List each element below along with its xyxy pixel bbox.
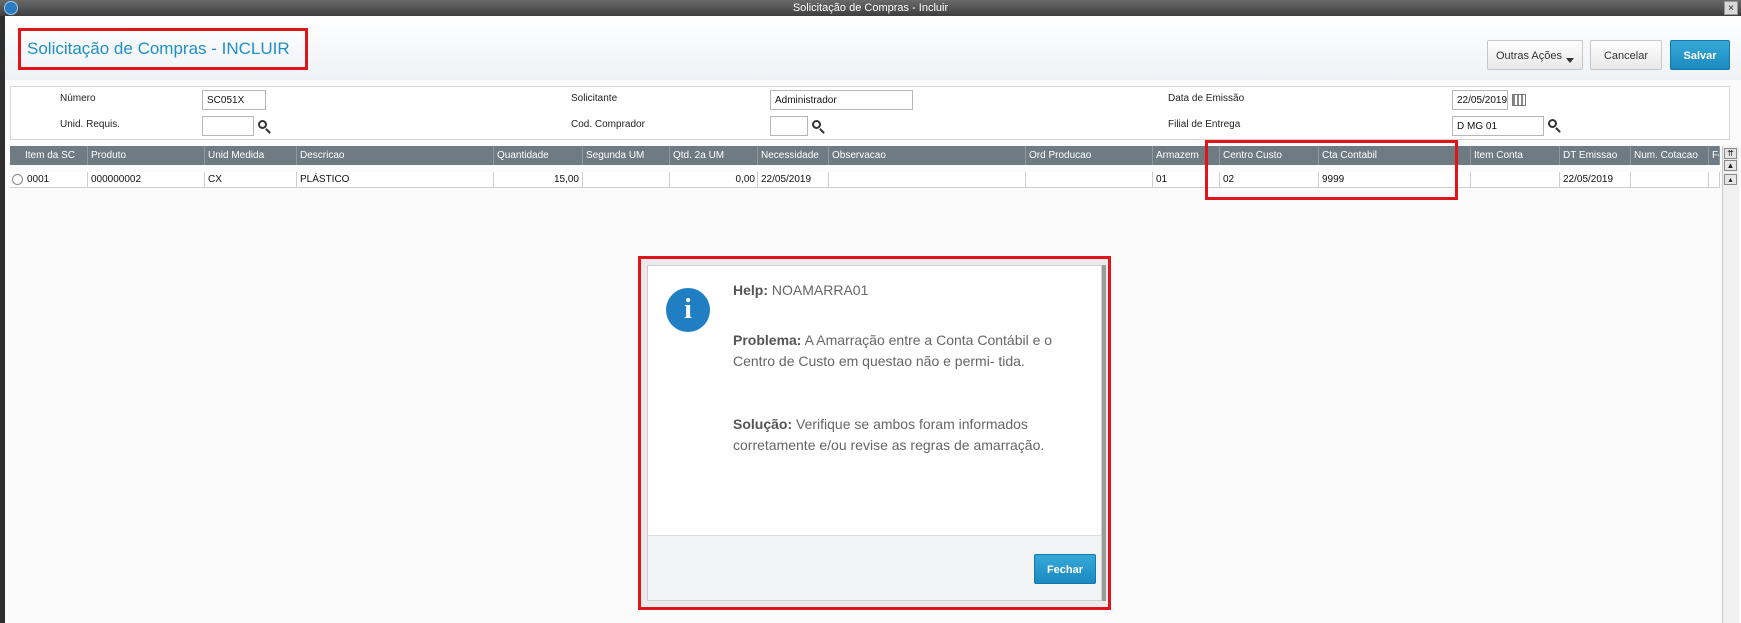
search-icon[interactable] <box>1548 119 1557 128</box>
filial-entrega-label: Filial de Entrega <box>1168 119 1241 130</box>
help-code: NOAMARRA01 <box>771 282 869 298</box>
scroll-page-up-icon[interactable]: ▲ <box>1724 160 1737 171</box>
solucao-label: Solução: <box>733 416 793 432</box>
save-button[interactable]: Salvar <box>1670 40 1730 70</box>
page-title: Solicitação de Compras - INCLUIR <box>18 28 308 70</box>
problema-text: Problema: A Amarração entre a Conta Cont… <box>733 330 1083 372</box>
filial-entrega-field[interactable]: D MG 01 <box>1452 116 1544 136</box>
col-quantidade[interactable]: Quantidade <box>494 146 583 165</box>
help-dialog-highlight: i Help: NOAMARRA01 Problema: A Amarração… <box>638 256 1111 610</box>
window-titlebar: Solicitação de Compras - Incluir × <box>0 0 1741 16</box>
data-emissao-field[interactable]: 22/05/2019 <box>1452 90 1508 110</box>
col-produto[interactable]: Produto <box>88 146 205 165</box>
unid-requis-field[interactable] <box>202 116 254 136</box>
cell-qtd-2a-um: 0,00 <box>670 172 758 187</box>
help-dialog: i Help: NOAMARRA01 Problema: A Amarração… <box>647 265 1102 601</box>
cell-quantidade: 15,00 <box>494 172 583 187</box>
col-descricao[interactable]: Descricao <box>297 146 494 165</box>
grid-header: Item da SC Produto Unid Medida Descricao… <box>10 146 1720 165</box>
numero-field[interactable]: SC051X <box>202 90 266 110</box>
col-dt-emissao[interactable]: DT Emissao <box>1560 146 1631 165</box>
cod-comprador-label: Cod. Comprador <box>571 119 645 130</box>
cell-forne <box>1709 172 1720 187</box>
col-ord-producao[interactable]: Ord Producao <box>1026 146 1153 165</box>
cod-comprador-field[interactable] <box>770 116 808 136</box>
col-num-cotacao[interactable]: Num. Cotacao <box>1631 146 1709 165</box>
solucao-text: Solução: Verifique se ambos foram inform… <box>733 414 1083 456</box>
close-button[interactable]: Fechar <box>1034 554 1096 584</box>
col-necessidade[interactable]: Necessidade <box>758 146 829 165</box>
calendar-icon[interactable] <box>1512 94 1526 106</box>
help-label: Help: <box>733 282 768 298</box>
cell-segunda-um <box>583 172 670 187</box>
outras-acoes-label: Outras Ações <box>1495 50 1563 62</box>
col-item-conta[interactable]: Item Conta <box>1471 146 1560 165</box>
col-segunda-um[interactable]: Segunda UM <box>583 146 670 165</box>
help-line: Help: NOAMARRA01 <box>733 280 1083 301</box>
col-forne[interactable]: Forne <box>1709 146 1720 165</box>
numero-label: Número <box>60 93 96 104</box>
col-observacao[interactable]: Observacao <box>829 146 1026 165</box>
cell-ord-producao <box>1026 172 1153 187</box>
cell-item-conta <box>1471 172 1560 187</box>
col-qtd-2a-um[interactable]: Qtd. 2a UM <box>670 146 758 165</box>
scroll-up-icon[interactable]: ▴ <box>1724 174 1737 185</box>
cell-descricao: PLÁSTICO <box>297 172 494 187</box>
search-icon[interactable] <box>812 120 821 129</box>
row-select-radio[interactable] <box>12 174 23 185</box>
col-item-sc[interactable]: Item da SC <box>22 146 88 165</box>
solicitante-label: Solicitante <box>571 93 618 104</box>
unid-requis-label: Unid. Requis. <box>60 119 121 130</box>
cell-observacao <box>829 172 1026 187</box>
search-icon[interactable] <box>258 120 267 129</box>
solicitante-field[interactable]: Administrador <box>770 90 913 110</box>
cell-unid-medida: CX <box>205 172 297 187</box>
close-icon[interactable]: × <box>1724 1 1738 15</box>
cancel-button[interactable]: Cancelar <box>1590 40 1662 70</box>
data-emissao-label: Data de Emissão <box>1168 93 1245 104</box>
left-edge <box>0 16 5 623</box>
highlight-cost-center-account <box>1205 140 1458 200</box>
window-title: Solicitação de Compras - Incluir <box>792 2 949 14</box>
cell-produto: 000000002 <box>88 172 205 187</box>
dialog-shadow <box>1102 265 1106 601</box>
grid-scrollbar[interactable]: ⇈ ▲ ▴ <box>1722 146 1739 623</box>
outras-acoes-button[interactable]: Outras Ações <box>1487 40 1583 70</box>
table-row[interactable]: 0001 000000002 CX PLÁSTICO 15,00 0,00 22… <box>10 172 1720 188</box>
info-icon: i <box>666 288 710 332</box>
cell-dt-emissao: 22/05/2019 <box>1560 172 1631 187</box>
cell-necessidade: 22/05/2019 <box>758 172 829 187</box>
scroll-top-icon[interactable]: ⇈ <box>1724 148 1737 159</box>
cell-num-cotacao <box>1631 172 1709 187</box>
chevron-down-icon <box>1566 58 1574 63</box>
col-unid-medida[interactable]: Unid Medida <box>205 146 297 165</box>
app-logo-icon <box>4 1 18 15</box>
problema-label: Problema: <box>733 332 802 348</box>
cell-item-sc: 0001 <box>24 172 88 187</box>
